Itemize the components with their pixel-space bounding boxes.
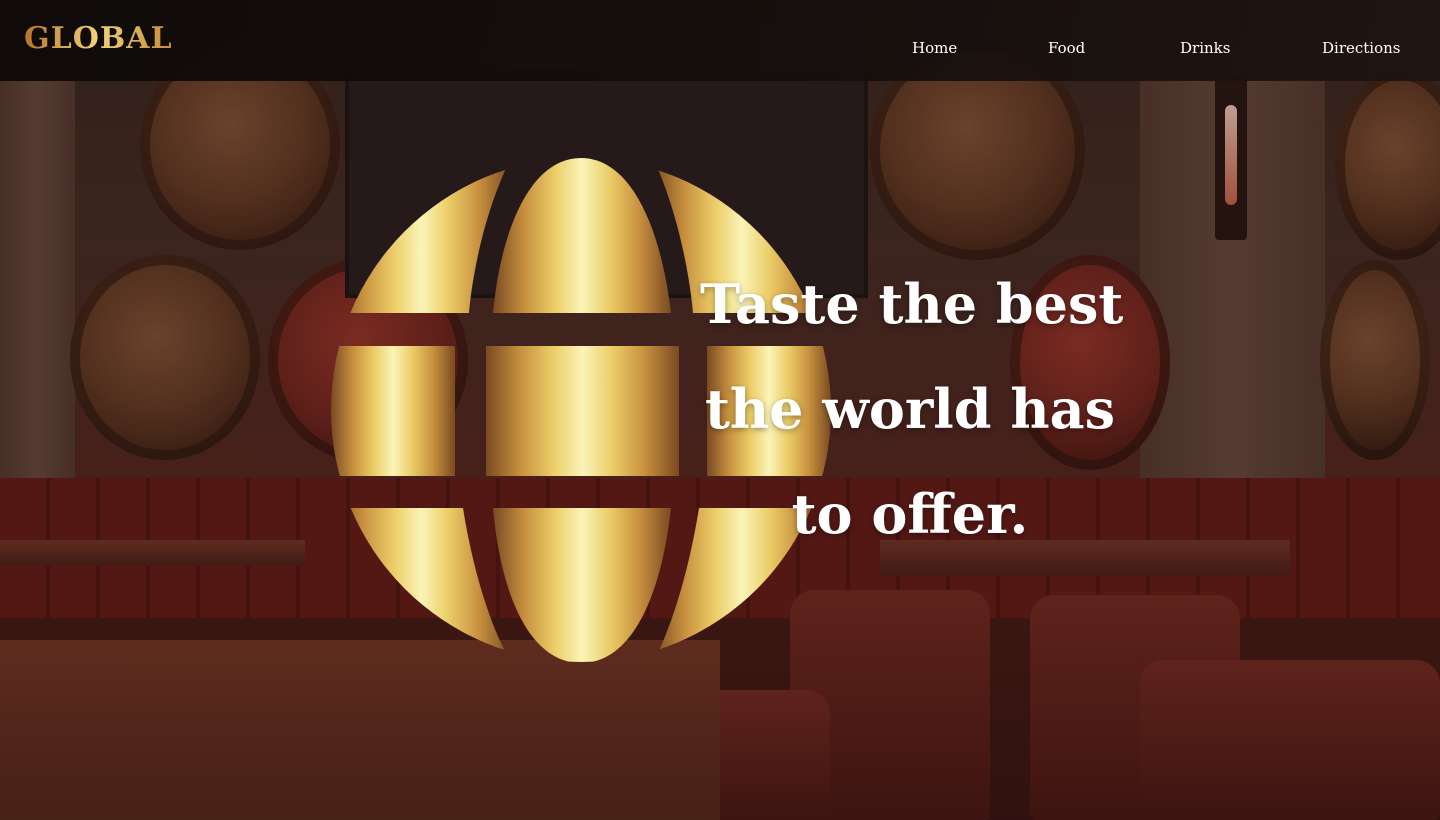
hero-headline-line: the world has xyxy=(704,377,1116,441)
hero-headline: Taste the best the world has to offer. xyxy=(700,252,1124,567)
nav-link-food[interactable]: Food xyxy=(1048,38,1085,58)
site-header: GLOBAL Home Food Drinks Directions xyxy=(0,0,1440,81)
main-nav: Home Food Drinks Directions xyxy=(0,38,1440,58)
hero-headline-line: to offer. xyxy=(791,482,1029,546)
nav-link-home[interactable]: Home xyxy=(912,38,957,58)
hero-headline-line: Taste the best xyxy=(700,272,1124,336)
nav-link-drinks[interactable]: Drinks xyxy=(1180,38,1230,58)
nav-link-directions[interactable]: Directions xyxy=(1322,38,1401,58)
